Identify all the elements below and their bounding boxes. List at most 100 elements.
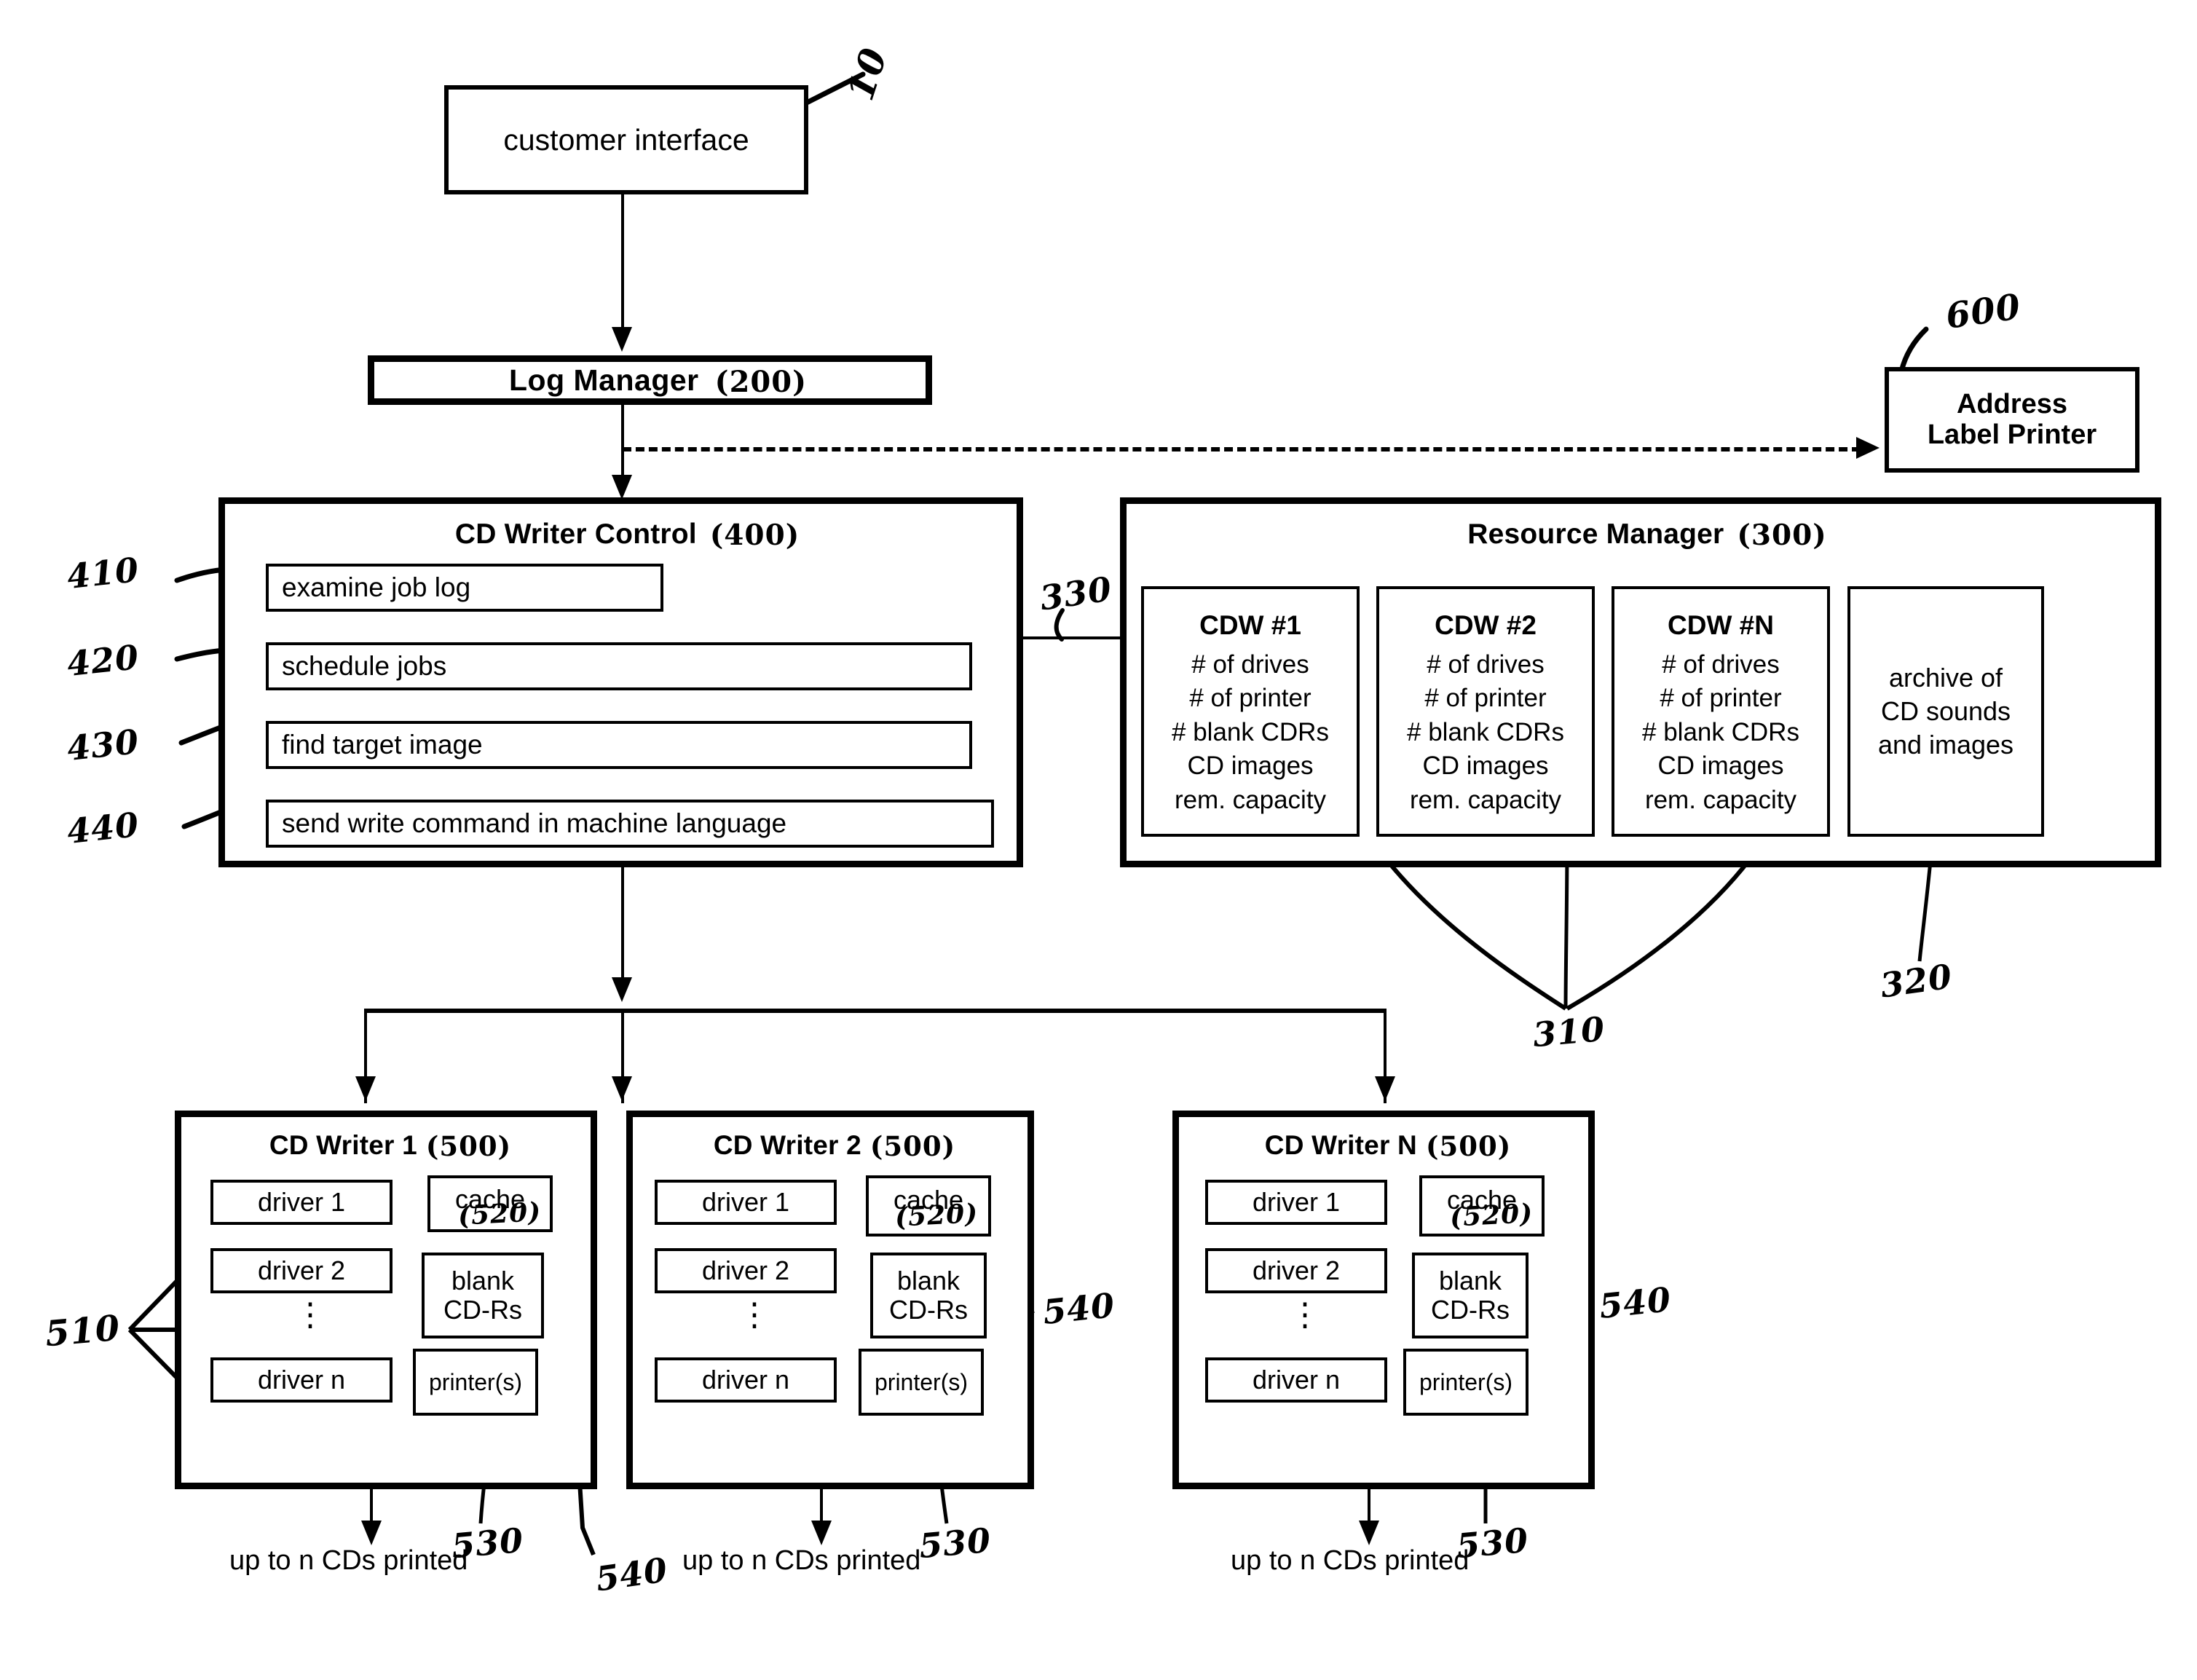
cd-writer-1-output-arrow <box>361 1521 382 1545</box>
printers-label: printer(s) <box>428 1368 522 1395</box>
ref-400: (400) <box>709 518 800 552</box>
cdw-card-1: CDW #1 # of drives # of printer # blank … <box>1141 586 1360 837</box>
resource-manager-box: Resource Manager (300) CDW #1 # of drives… <box>1120 497 2161 867</box>
blank-cdrs-line2: CD-Rs <box>889 1295 968 1325</box>
ref-300: (300) <box>1737 518 1827 552</box>
cdw-attr-drives: # of drives <box>1662 650 1780 679</box>
archive-line1: archive of <box>1888 662 2003 693</box>
cdw-attr-rem-capacity: rem. capacity <box>1409 785 1562 814</box>
ref-500: (500) <box>869 1130 956 1162</box>
driver-1-box: driver 1 <box>655 1180 837 1225</box>
ref-520: (520) <box>457 1196 543 1231</box>
cdw-card-n-name: CDW #N <box>1668 610 1774 640</box>
log-manager-box: Log Manager (200) <box>368 355 932 405</box>
driver-2-box: driver 2 <box>655 1248 837 1293</box>
driver-2-label: driver 2 <box>701 1255 790 1285</box>
driver-1-label: driver 1 <box>257 1187 346 1217</box>
printers-box: printer(s) <box>1403 1349 1529 1416</box>
driver-n-box: driver n <box>210 1357 393 1403</box>
patent-figure-canvas: customer interface 10 Log Manager (200) … <box>0 0 2197 1680</box>
blank-cdrs-line2: CD-Rs <box>1431 1295 1510 1325</box>
step-send-write-command: send write command in machine language <box>266 800 994 848</box>
blank-cdrs-line1: blank <box>1438 1265 1502 1296</box>
resource-manager-title-row: Resource Manager (300) <box>1127 517 2155 552</box>
ref-540: 540 <box>1041 1285 1117 1333</box>
customer-interface-box: customer interface <box>444 85 808 194</box>
cd-writer-1-title: CD Writer 1 <box>269 1130 417 1160</box>
cd-writer-control-title: CD Writer Control <box>454 518 697 550</box>
distribution-bus <box>366 1009 1387 1013</box>
step-schedule-jobs-label: schedule jobs <box>282 651 447 681</box>
cache-box: cache (520) <box>866 1175 991 1237</box>
step-schedule-jobs: schedule jobs <box>266 642 972 690</box>
cache-box: cache (520) <box>427 1175 553 1232</box>
ref-540: 540 <box>593 1550 671 1599</box>
ref-540: 540 <box>1597 1279 1673 1327</box>
ref-520: (520) <box>1448 1198 1534 1233</box>
driver-n-label: driver n <box>257 1365 346 1395</box>
cdw-attr-cd-images: CD images <box>1657 752 1784 781</box>
ref-510: 510 <box>43 1307 122 1355</box>
driver-1-label: driver 1 <box>1252 1187 1341 1217</box>
arrow-ci-to-lm <box>612 327 632 352</box>
cdw-attr-drives: # of drives <box>1427 650 1545 679</box>
driver-ellipsis: ⋮ <box>294 1297 326 1333</box>
driver-1-label: driver 1 <box>701 1187 790 1217</box>
cd-writer-n-box: CD Writer N (500) driver 1 driver 2 ⋮ dri… <box>1172 1111 1595 1489</box>
step-examine-job-log-label: examine job log <box>282 572 471 602</box>
step-find-target-image-label: find target image <box>282 730 483 760</box>
ref-10: 10 <box>838 42 896 106</box>
resource-manager-title: Resource Manager <box>1467 518 1724 550</box>
cdw-card-2: CDW #2 # of drives # of printer # blank … <box>1376 586 1595 837</box>
ref-200: (200) <box>714 364 807 399</box>
ref-530: 530 <box>1454 1520 1531 1566</box>
address-label-printer-line1: Address <box>1956 389 2068 420</box>
cd-writer-2-box: CD Writer 2 (500) driver 1 driver 2 ⋮ dri… <box>626 1111 1034 1489</box>
archive-line3: and images <box>1877 730 2014 760</box>
ref-530: 530 <box>449 1520 526 1566</box>
cdw-attr-rem-capacity: rem. capacity <box>1174 785 1327 814</box>
ref-500: (500) <box>1425 1130 1512 1162</box>
driver-2-box: driver 2 <box>1205 1248 1387 1293</box>
printers-label: printer(s) <box>874 1368 968 1395</box>
arrow-to-writer-n <box>1375 1076 1395 1101</box>
ref-320: 320 <box>1877 956 1955 1006</box>
ref-310: 310 <box>1531 1009 1607 1055</box>
cdw-attr-drives: # of drives <box>1191 650 1309 679</box>
cd-writer-2-title-row: CD Writer 2 (500) <box>633 1129 1027 1162</box>
cd-writer-n-title: CD Writer N <box>1264 1130 1417 1160</box>
blank-cdrs-line1: blank <box>896 1265 961 1296</box>
driver-2-box: driver 2 <box>210 1248 393 1293</box>
driver-1-box: driver 1 <box>210 1180 393 1225</box>
driver-n-box: driver n <box>1205 1357 1387 1403</box>
cd-writer-1-box: CD Writer 1 (500) driver 1 driver 2 ⋮ dri… <box>175 1111 597 1489</box>
cd-writer-2-output-arrow <box>811 1521 832 1545</box>
archive-card: archive of CD sounds and images <box>1847 586 2044 837</box>
connector-ci-to-lm <box>621 194 624 333</box>
blank-cdrs-box: blank CD-Rs <box>422 1253 544 1338</box>
printers-box: printer(s) <box>859 1349 984 1416</box>
ref-440: 440 <box>65 804 141 852</box>
driver-ellipsis: ⋮ <box>1289 1297 1321 1333</box>
cd-writer-n-title-row: CD Writer N (500) <box>1179 1129 1588 1162</box>
cd-writer-control-title-row: CD Writer Control (400) <box>225 517 1017 552</box>
customer-interface-label: customer interface <box>503 122 749 157</box>
arrow-lm-to-cwc <box>612 475 632 500</box>
driver-1-box: driver 1 <box>1205 1180 1387 1225</box>
log-manager-label: Log Manager <box>509 363 699 397</box>
blank-cdrs-box: blank CD-Rs <box>870 1253 987 1338</box>
cdw-attr-printer: # of printer <box>1424 684 1547 713</box>
ref-430: 430 <box>65 721 141 769</box>
cdw-attr-blank-cdrs: # blank CDRs <box>1407 717 1564 746</box>
driver-n-label: driver n <box>701 1365 790 1395</box>
cdw-card-2-name: CDW #2 <box>1435 610 1537 640</box>
ref-600: 600 <box>1943 286 2024 337</box>
driver-2-label: driver 2 <box>1252 1255 1341 1285</box>
connector-lm-to-label-printer <box>623 447 1861 451</box>
blank-cdrs-box: blank CD-Rs <box>1412 1253 1529 1338</box>
address-label-printer-box: Address Label Printer <box>1885 367 2139 473</box>
step-send-write-command-label: send write command in machine language <box>282 808 787 838</box>
blank-cdrs-line2: CD-Rs <box>443 1295 522 1325</box>
ref-410: 410 <box>65 549 141 597</box>
cdw-attr-cd-images: CD images <box>1422 752 1549 781</box>
